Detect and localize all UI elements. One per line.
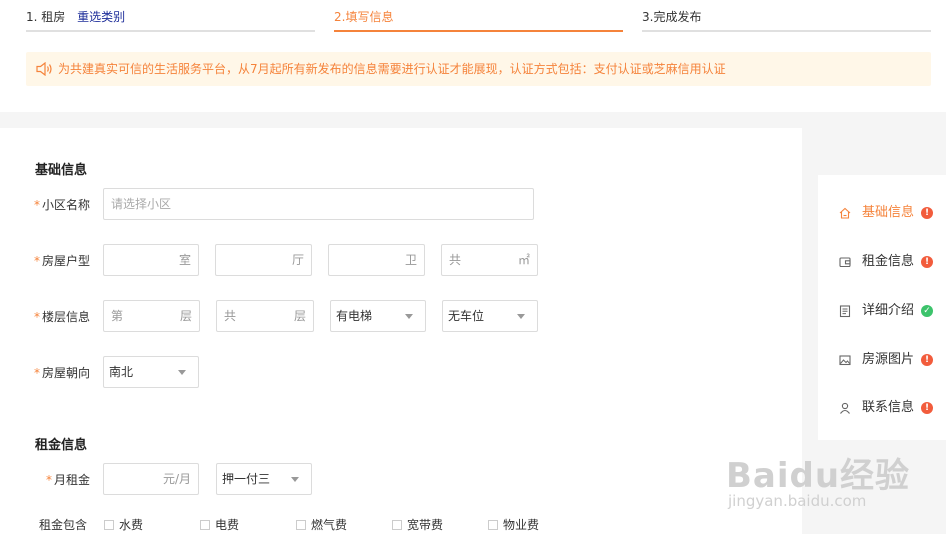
include-property-fee-label: 物业费 [503, 518, 540, 532]
monthly-rent-field[interactable]: 元/月 [103, 463, 199, 495]
parking-value: 无车位 [448, 309, 485, 323]
nav-basic-info[interactable]: 基础信息 ! [818, 198, 946, 228]
chevron-down-icon [405, 314, 413, 319]
user-icon [840, 402, 850, 414]
required-star: * [45, 473, 52, 487]
include-broadband-checkbox[interactable]: 宽带费 [392, 516, 443, 533]
elevator-value: 有电梯 [336, 309, 373, 323]
error-status-icon: ! [921, 354, 933, 366]
checkbox-box[interactable] [296, 520, 306, 530]
payment-method-select[interactable]: 押一付三 [216, 463, 312, 495]
include-water-checkbox[interactable]: 水费 [104, 516, 143, 533]
orientation-label-text: 房屋朝向 [41, 366, 90, 380]
nav-details-label: 详细介绍 [862, 303, 915, 318]
required-star: * [33, 198, 40, 212]
document-icon [839, 305, 851, 318]
checkbox-box[interactable] [488, 520, 498, 530]
monthly-rent-label: * 月租金 [0, 471, 90, 488]
payment-method-value: 押一付三 [222, 472, 271, 486]
total-floors-unit: 层 [293, 309, 306, 323]
area-field[interactable]: 共 ㎡ [441, 244, 538, 276]
home-icon [839, 207, 851, 219]
hall-unit: 厅 [291, 253, 304, 267]
area-prefix: 共 [449, 253, 462, 267]
nav-rent-info[interactable]: 租金信息 ! [818, 247, 946, 277]
verification-notice: 为共建真实可信的生活服务平台，从7月起所有新发布的信息需要进行认证才能展现，认证… [26, 52, 931, 86]
community-input[interactable] [104, 189, 533, 219]
checkbox-box[interactable] [200, 520, 210, 530]
total-floors-prefix: 共 [224, 309, 237, 323]
include-electric-label: 电费 [215, 518, 240, 532]
area-unit: ㎡ [517, 253, 530, 267]
nav-contact-label: 联系信息 [862, 400, 915, 415]
nav-basic-info-label: 基础信息 [862, 205, 915, 220]
floor-unit: 层 [179, 309, 192, 323]
required-star: * [33, 254, 40, 268]
wallet-icon [839, 257, 851, 268]
error-status-icon: ! [921, 402, 933, 414]
step-3-label: 3.完成发布 [642, 10, 702, 24]
bath-count-field[interactable]: 卫 [328, 244, 425, 276]
basic-info-title: 基础信息 [35, 163, 88, 178]
community-label-text: 小区名称 [41, 198, 90, 212]
watermark-url: jingyan.baidu.com [728, 492, 867, 510]
nav-contact[interactable]: 联系信息 ! [818, 393, 946, 423]
nav-rent-info-label: 租金信息 [862, 254, 915, 269]
floor-prefix: 第 [111, 309, 124, 323]
monthly-rent-label-text: 月租金 [53, 473, 90, 487]
notice-text: 为共建真实可信的生活服务平台，从7月起所有新发布的信息需要进行认证才能展现，认证… [58, 62, 726, 76]
elevator-select[interactable]: 有电梯 [330, 300, 426, 332]
required-star: * [33, 366, 40, 380]
section-nav: 基础信息 ! 租金信息 ! 详细介绍 ✓ 房源图片 ! 联系信息 ! [818, 175, 946, 440]
watermark-brand: Baidu经验 [726, 456, 911, 496]
include-broadband-label: 宽带费 [407, 518, 444, 532]
steps-panel: 1. 租房 重选类别 2.填写信息 3.完成发布 为共建真实可信的生活服务平台，… [0, 0, 946, 112]
error-status-icon: ! [921, 256, 933, 268]
orientation-value: 南北 [109, 365, 134, 379]
chevron-down-icon [291, 477, 299, 482]
baidu-jingyan-watermark: Baidu经验 jingyan.baidu.com [726, 448, 911, 510]
reselect-category-link[interactable]: 重选类别 [77, 10, 125, 24]
nav-details[interactable]: 详细介绍 ✓ [818, 296, 946, 326]
checkbox-box[interactable] [104, 520, 114, 530]
community-field[interactable] [103, 188, 534, 220]
orientation-label: * 房屋朝向 [0, 364, 90, 381]
error-status-icon: ! [921, 207, 933, 219]
community-label: * 小区名称 [0, 196, 90, 213]
floor-label-text: 楼层信息 [41, 310, 90, 324]
step-1: 1. 租房 重选类别 [26, 0, 315, 32]
step-3: 3.完成发布 [642, 0, 931, 32]
parking-select[interactable]: 无车位 [442, 300, 538, 332]
layout-label-text: 房屋户型 [41, 254, 90, 268]
speaker-icon [36, 62, 52, 76]
step-1-label: 1. 租房 [26, 10, 66, 24]
image-icon [839, 355, 851, 366]
chevron-down-icon [517, 314, 525, 319]
required-star: * [33, 310, 40, 324]
floor-number-field[interactable]: 第 层 [103, 300, 200, 332]
room-unit: 室 [178, 253, 191, 267]
total-floors-field[interactable]: 共 层 [216, 300, 314, 332]
step-2-label: 2.填写信息 [334, 10, 394, 24]
hall-count-field[interactable]: 厅 [215, 244, 312, 276]
include-water-label: 水费 [119, 518, 144, 532]
room-count-field[interactable]: 室 [103, 244, 199, 276]
rent-info-title: 租金信息 [35, 438, 88, 453]
floor-label: * 楼层信息 [0, 308, 90, 325]
rent-includes-label: 租金包含 [38, 518, 87, 532]
monthly-rent-unit: 元/月 [162, 472, 191, 486]
nav-photos-label: 房源图片 [862, 352, 915, 367]
layout-label: * 房屋户型 [0, 252, 90, 269]
step-2: 2.填写信息 [334, 0, 623, 32]
include-gas-label: 燃气费 [311, 518, 348, 532]
include-property-fee-checkbox[interactable]: 物业费 [488, 516, 539, 533]
check-status-icon: ✓ [921, 305, 933, 317]
checkbox-box[interactable] [392, 520, 402, 530]
include-electric-checkbox[interactable]: 电费 [200, 516, 239, 533]
nav-photos[interactable]: 房源图片 ! [818, 345, 946, 375]
chevron-down-icon [178, 370, 186, 375]
include-gas-checkbox[interactable]: 燃气费 [296, 516, 347, 533]
bath-unit: 卫 [404, 253, 417, 267]
orientation-select[interactable]: 南北 [103, 356, 199, 388]
